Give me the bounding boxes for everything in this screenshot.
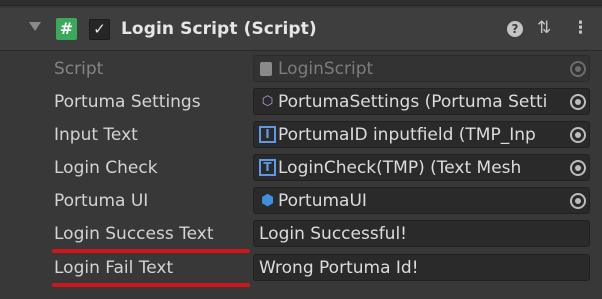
portuma-ui-object-field[interactable]: ⬢ PortumaUI [253,187,590,214]
presets-icon[interactable]: ⇅ [537,18,551,38]
property-row-login-fail-text: Login Fail Text Wrong Portuma Id! [0,252,602,285]
field-value: Wrong Portuma Id! [259,258,419,278]
inspector-top-bar [0,0,602,6]
property-label: Login Check [54,158,158,178]
object-picker-icon[interactable] [566,188,589,213]
textmeshpro-text-icon: T [259,159,276,176]
red-underline-annotation [52,283,250,287]
object-picker-icon[interactable] [566,155,589,180]
property-label: Portuma Settings [54,92,201,112]
field-value: LoginCheck(TMP) (Text Mesh [278,158,522,178]
property-row-script: Script LoginScript [0,53,602,86]
foldout-arrow-icon[interactable] [29,22,41,31]
field-value: LoginScript [278,59,374,79]
help-icon[interactable]: ? [507,21,523,37]
property-label: Portuma UI [54,191,149,211]
property-label: Script [54,59,104,79]
property-row-portuma-settings: Portuma Settings ⬡ PortumaSettings (Port… [0,86,602,119]
component-title: Login Script (Script) [121,19,317,39]
component-enabled-checkbox[interactable]: ✓ [89,19,110,40]
login-check-object-field[interactable]: T LoginCheck(TMP) (Text Mesh [253,154,590,181]
property-row-login-check: Login Check T LoginCheck(TMP) (Text Mesh [0,152,602,185]
component-header[interactable]: # ✓ Login Script (Script) ? ⇅ ⋮ [0,8,602,51]
login-fail-text-field[interactable]: Wrong Portuma Id! [253,254,590,281]
textmeshpro-input-icon: I [259,126,276,143]
gameobject-cube-icon: ⬢ [260,191,275,209]
script-file-icon [260,62,272,76]
object-picker-icon[interactable] [566,89,589,114]
csharp-script-icon: # [56,18,77,40]
object-picker-icon[interactable] [566,122,589,147]
property-label: Input Text [54,125,138,145]
field-value: Login Successful! [259,224,407,244]
property-row-portuma-ui: Portuma UI ⬢ PortumaUI [0,185,602,218]
script-object-field: LoginScript [253,55,590,82]
divider [0,5,602,6]
property-label: Login Fail Text [54,258,174,278]
property-label: Login Success Text [54,224,214,244]
context-menu-icon[interactable]: ⋮ [572,18,589,38]
login-success-text-field[interactable]: Login Successful! [253,220,590,247]
field-value: PortumaUI [278,191,367,211]
field-value: PortumaSettings (Portuma Setti [278,92,548,112]
input-text-object-field[interactable]: I PortumaID inputfield (TMP_Inp [253,121,590,148]
property-row-login-success-text: Login Success Text Login Successful! [0,218,602,251]
portuma-settings-object-field[interactable]: ⬡ PortumaSettings (Portuma Setti [253,88,590,115]
field-value: PortumaID inputfield (TMP_Inp [278,125,536,145]
object-picker-icon [566,56,589,81]
scriptable-object-icon: ⬡ [261,94,274,109]
property-row-input-text: Input Text I PortumaID inputfield (TMP_I… [0,119,602,152]
